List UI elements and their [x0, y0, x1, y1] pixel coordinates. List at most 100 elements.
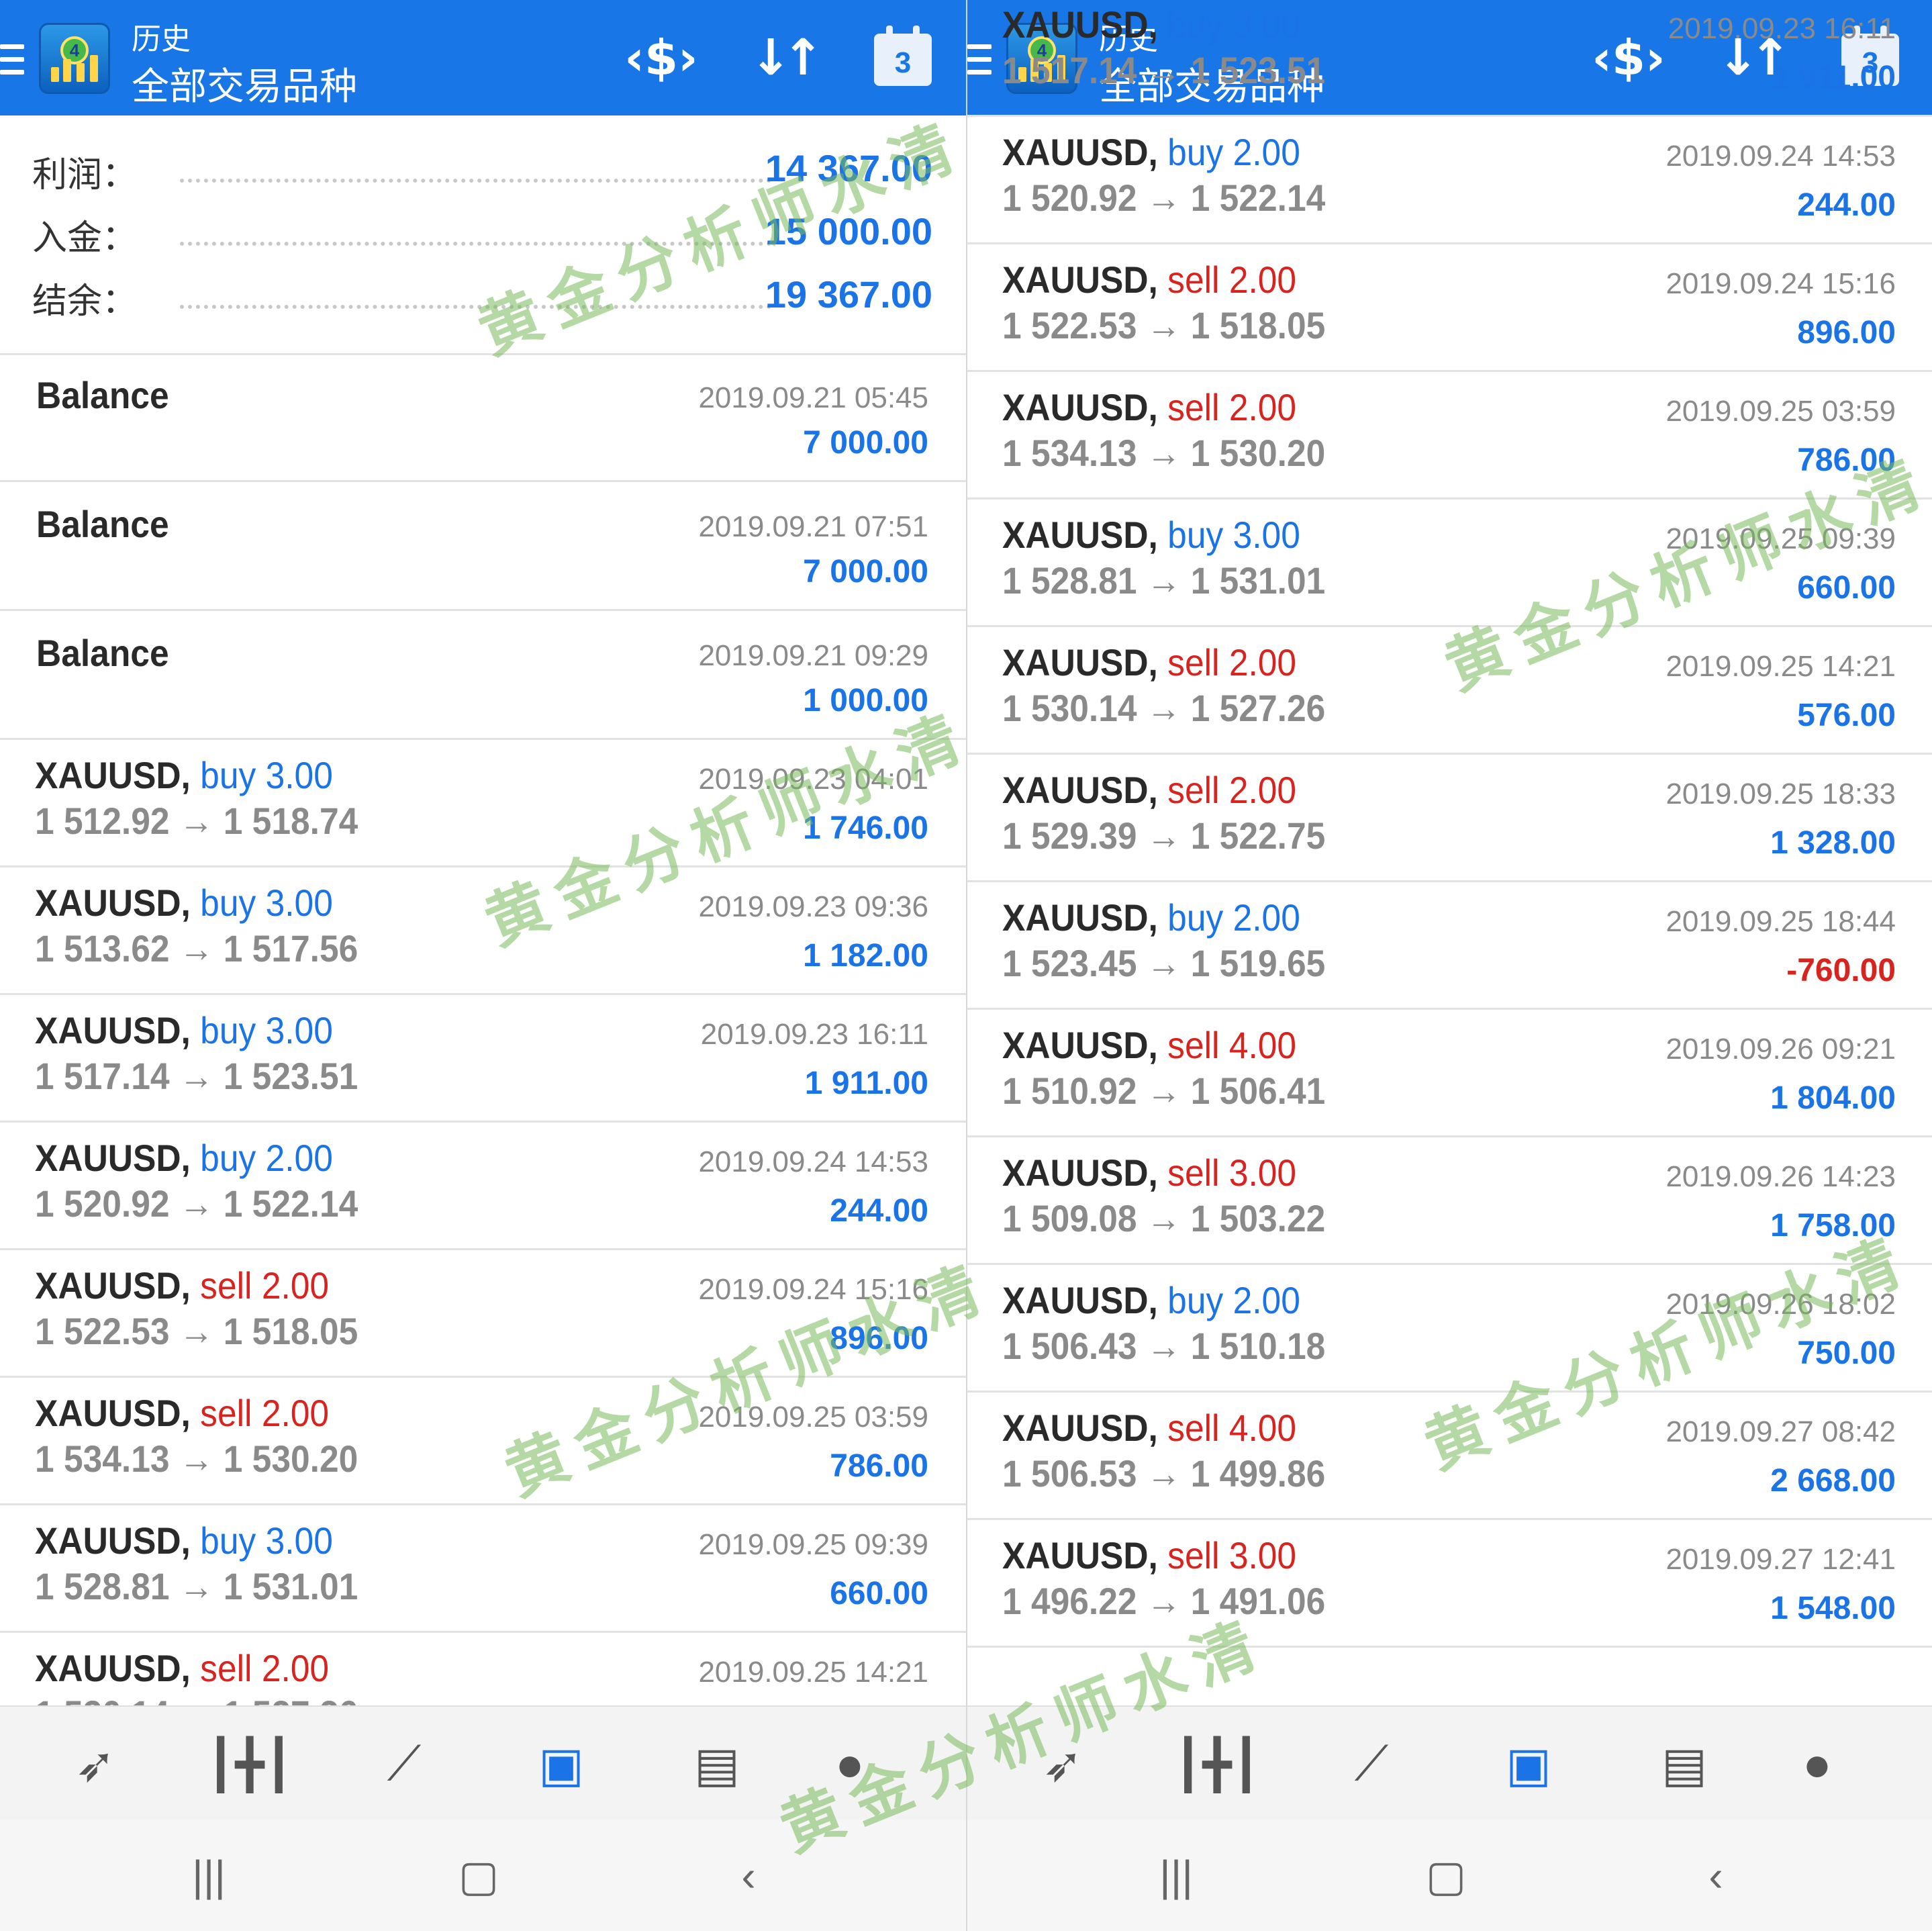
row-time: 2019.09.25 09:39 [1665, 522, 1896, 555]
open-price: 1 530.14 [1002, 687, 1137, 729]
trade-side: buy [200, 1519, 256, 1562]
trade-lots: 3.00 [265, 1519, 333, 1562]
trade-side: sell [200, 1264, 252, 1307]
trade-lots: 2.00 [1233, 896, 1300, 939]
trade-row[interactable]: XAUUSD, buy 3.00 1 528.81 → 1 531.01 2019.… [0, 1505, 966, 1633]
home-icon[interactable]: ▢ [1416, 1849, 1476, 1903]
trade-row[interactable]: XAUUSD, buy 2.00 1 506.43 → 1 510.18 2019.… [967, 1265, 1932, 1393]
trade-row[interactable]: XAUUSD, sell 2.00 1 522.53 → 1 518.05 2019… [967, 244, 1932, 372]
trade-side: buy [1167, 1279, 1224, 1321]
row-time: 2019.09.27 12:41 [1665, 1543, 1896, 1576]
history-list[interactable]: Balance 2019.09.21 05:45 7 000.00 Balance 20… [0, 353, 966, 1760]
trade-row[interactable]: XAUUSD, sell 2.00 1 522.53 → 1 518.05 2019… [0, 1250, 966, 1378]
trade-row[interactable]: XAUUSD, sell 4.00 1 510.92 → 1 506.41 2019… [967, 1010, 1932, 1137]
balance-label: 结余： [32, 281, 138, 322]
tab-chat-icon[interactable]: ● [1784, 1731, 1851, 1798]
trade-prices: 1 522.53 → 1 518.05 [35, 1309, 358, 1353]
trade-symbol: XAUUSD, [1002, 769, 1158, 811]
trade-row[interactable]: XAUUSD, buy 3.00 1 517.14 → 1 523.51 2019.… [0, 995, 966, 1123]
row-profit: 786.00 [1797, 442, 1896, 478]
trade-row[interactable]: XAUUSD, buy 2.00 1 520.92 → 1 522.14 2019.… [967, 117, 1932, 244]
home-icon[interactable]: ▢ [448, 1849, 509, 1903]
trade-row[interactable]: XAUUSD, sell 2.00 1 534.13 → 1 530.20 2019… [967, 372, 1932, 500]
toolbar-title[interactable]: 全部交易品种 [132, 56, 357, 111]
trade-prices: 1 520.92 → 1 522.14 [1002, 176, 1325, 220]
tab-history-icon[interactable]: ▣ [528, 1731, 595, 1798]
trade-row[interactable]: XAUUSD, buy 3.00 1 517.14 → 1 523.51 2019.… [967, 0, 1932, 117]
trade-lots: 4.00 [1228, 1024, 1297, 1066]
recent-apps-icon[interactable]: ||| [1146, 1849, 1206, 1903]
trade-lots: 2.00 [1233, 1279, 1300, 1321]
trade-row[interactable]: XAUUSD, buy 3.00 1 512.92 → 1 518.74 2019.… [0, 740, 966, 867]
trade-symbol: XAUUSD, [1002, 1024, 1158, 1066]
close-price: 1 517.56 [223, 927, 358, 970]
currency-dollar-icon[interactable]: ‹$› [624, 30, 698, 86]
history-list[interactable]: XAUUSD, buy 3.00 1 517.14 → 1 523.51 2019.… [967, 3, 1932, 1648]
row-profit: 1 758.00 [1770, 1208, 1896, 1243]
tab-news-icon[interactable]: ▤ [683, 1731, 751, 1798]
trade-lots: 2.00 [261, 1264, 330, 1307]
trade-symbol-line: XAUUSD, sell 2.00 [1002, 768, 1296, 812]
system-nav-bar: ||| ▢ ‹ [967, 1820, 1932, 1931]
arrow-right-icon: → [1137, 1580, 1191, 1622]
tab-trade-icon[interactable]: ➶ [62, 1731, 129, 1798]
open-price: 1 534.13 [1002, 432, 1137, 474]
balance-row[interactable]: Balance 2019.09.21 09:29 1 000.00 [0, 611, 966, 740]
close-price: 1 518.05 [1190, 304, 1326, 346]
trade-symbol: XAUUSD, [35, 882, 191, 924]
trade-row[interactable]: XAUUSD, sell 2.00 1 534.13 → 1 530.20 2019… [0, 1378, 966, 1505]
tab-history-icon[interactable]: ▣ [1495, 1731, 1562, 1798]
row-time: 2019.09.23 09:36 [698, 890, 928, 923]
trade-symbol: XAUUSD, [35, 1392, 191, 1434]
trade-row[interactable]: XAUUSD, buy 3.00 1 513.62 → 1 517.56 2019.… [0, 867, 966, 995]
row-profit: 750.00 [1797, 1335, 1896, 1371]
close-price: 1 523.51 [223, 1055, 358, 1097]
calendar-icon[interactable]: 3 [874, 26, 932, 86]
tab-news-icon[interactable]: ▤ [1651, 1731, 1718, 1798]
recent-apps-icon[interactable]: ||| [179, 1849, 239, 1903]
trade-symbol-line: XAUUSD, buy 3.00 [35, 881, 333, 925]
dotted-leader [180, 179, 771, 183]
row-time: 2019.09.21 09:29 [698, 639, 928, 672]
back-icon[interactable]: ‹ [1686, 1849, 1746, 1903]
row-time: 2019.09.21 05:45 [698, 381, 928, 414]
arrow-right-icon: → [1137, 687, 1191, 729]
menu-icon[interactable] [0, 44, 24, 75]
row-time: 2019.09.21 07:51 [698, 510, 928, 543]
sort-arrows-icon[interactable]: ↓↑ [745, 29, 824, 87]
row-profit: 1 328.00 [1770, 825, 1896, 861]
open-price: 1 523.45 [1002, 942, 1137, 984]
trade-side: sell [200, 1392, 252, 1434]
trade-lots: 2.00 [1228, 386, 1297, 428]
close-price: 1 531.01 [1190, 559, 1326, 602]
back-icon[interactable]: ‹ [718, 1849, 779, 1903]
trade-symbol: XAUUSD, [1002, 131, 1158, 173]
tab-chart-icon[interactable]: ⟋ [1338, 1731, 1405, 1798]
balance-row[interactable]: Balance 2019.09.21 05:45 7 000.00 [0, 353, 966, 482]
trade-side: sell [1167, 1407, 1220, 1449]
tab-chat-icon[interactable]: ● [816, 1731, 883, 1798]
tab-quotes-icon[interactable]: ┃╋┃ [206, 1731, 293, 1798]
trade-prices: 1 534.13 → 1 530.20 [35, 1437, 358, 1480]
open-price: 1 529.39 [1002, 814, 1137, 857]
trade-symbol: XAUUSD, [1002, 3, 1158, 46]
trade-row[interactable]: XAUUSD, sell 2.00 1 529.39 → 1 522.75 2019… [967, 755, 1932, 882]
trade-lots: 2.00 [1228, 641, 1297, 684]
trade-row[interactable]: XAUUSD, sell 2.001 530.14 → 1 527.262019… [967, 627, 1932, 755]
trade-row[interactable]: XAUUSD, sell 4.00 1 506.53 → 1 499.86 2019… [967, 1393, 1932, 1520]
arrow-right-icon: → [1137, 814, 1191, 857]
summary-profit-row: 利润： 14 367.00 [0, 140, 966, 200]
row-time: 2019.09.25 14:21 [1665, 650, 1896, 683]
trade-row[interactable]: XAUUSD, buy 2.00 1 520.92 → 1 522.14 2019.… [0, 1123, 966, 1250]
trade-row[interactable]: XAUUSD, sell 3.00 1 496.22 → 1 491.06 2019… [967, 1520, 1932, 1648]
tab-quotes-icon[interactable]: ┃╋┃ [1173, 1731, 1261, 1798]
trade-row[interactable]: XAUUSD, sell 3.00 1 509.08 → 1 503.22 2019… [967, 1137, 1932, 1265]
trade-symbol: XAUUSD, [35, 1009, 191, 1051]
tab-trade-icon[interactable]: ➶ [1029, 1731, 1096, 1798]
row-profit: 244.00 [1797, 187, 1896, 223]
tab-chart-icon[interactable]: ⟋ [371, 1731, 438, 1798]
trade-row[interactable]: XAUUSD, buy 3.00 1 528.81 → 1 531.01 2019.… [967, 500, 1932, 627]
balance-row[interactable]: Balance 2019.09.21 07:51 7 000.00 [0, 482, 966, 611]
trade-row[interactable]: XAUUSD, buy 2.00 1 523.45 → 1 519.65 2019.… [967, 882, 1932, 1010]
trade-side: buy [1167, 3, 1224, 46]
